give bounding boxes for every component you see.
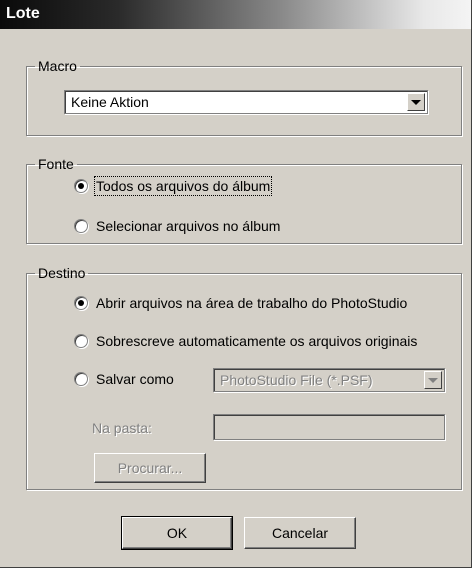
radio-all-album-files[interactable]: Todos os arquivos do álbum <box>74 176 273 196</box>
radio-label: Todos os arquivos do álbum <box>93 176 273 196</box>
browse-button[interactable]: Procurar... <box>94 453 206 483</box>
cancel-button[interactable]: Cancelar <box>244 517 356 549</box>
cancel-button-label: Cancelar <box>271 525 329 541</box>
radio-label: Salvar como <box>96 371 174 387</box>
radio-unchecked-icon[interactable] <box>74 219 88 233</box>
ok-button[interactable]: OK <box>121 516 233 550</box>
radio-label: Sobrescreve automaticamente os arquivos … <box>96 333 418 349</box>
macro-select[interactable]: Keine Aktion <box>64 90 428 114</box>
browse-button-label: Procurar... <box>117 460 183 476</box>
folder-input[interactable] <box>213 414 445 440</box>
chevron-down-icon <box>411 99 421 105</box>
macro-selected-value: Keine Aktion <box>71 94 149 110</box>
radio-checked-icon[interactable] <box>74 179 88 193</box>
save-format-select[interactable]: PhotoStudio File (*.PSF) <box>213 368 445 392</box>
macro-dropdown-button[interactable] <box>407 93 425 111</box>
save-format-value: PhotoStudio File (*.PSF) <box>220 372 373 388</box>
radio-overwrite-originals[interactable]: Sobrescreve automaticamente os arquivos … <box>74 331 417 351</box>
save-format-dropdown-button[interactable] <box>424 371 442 389</box>
radio-save-as[interactable]: Salvar como <box>74 369 174 389</box>
fonte-legend: Fonte <box>38 156 74 172</box>
radio-checked-icon[interactable] <box>74 296 88 310</box>
radio-label: Selecionar arquivos no álbum <box>96 218 281 234</box>
destino-legend: Destino <box>38 265 86 281</box>
radio-open-in-workspace[interactable]: Abrir arquivos na área de trabalho do Ph… <box>74 293 407 313</box>
chevron-down-icon <box>428 377 438 383</box>
title-bar[interactable]: Lote <box>0 0 471 29</box>
macro-legend: Macro <box>38 58 77 74</box>
window-title: Lote <box>6 5 40 22</box>
radio-select-album-files[interactable]: Selecionar arquivos no álbum <box>74 216 280 236</box>
radio-label: Abrir arquivos na área de trabalho do Ph… <box>96 295 408 311</box>
ok-button-label: OK <box>166 525 188 541</box>
radio-unchecked-icon[interactable] <box>74 372 88 386</box>
batch-dialog: Lote Macro Keine Aktion Fonte Todos os a… <box>0 0 472 568</box>
radio-unchecked-icon[interactable] <box>74 334 88 348</box>
folder-label: Na pasta: <box>92 420 152 436</box>
